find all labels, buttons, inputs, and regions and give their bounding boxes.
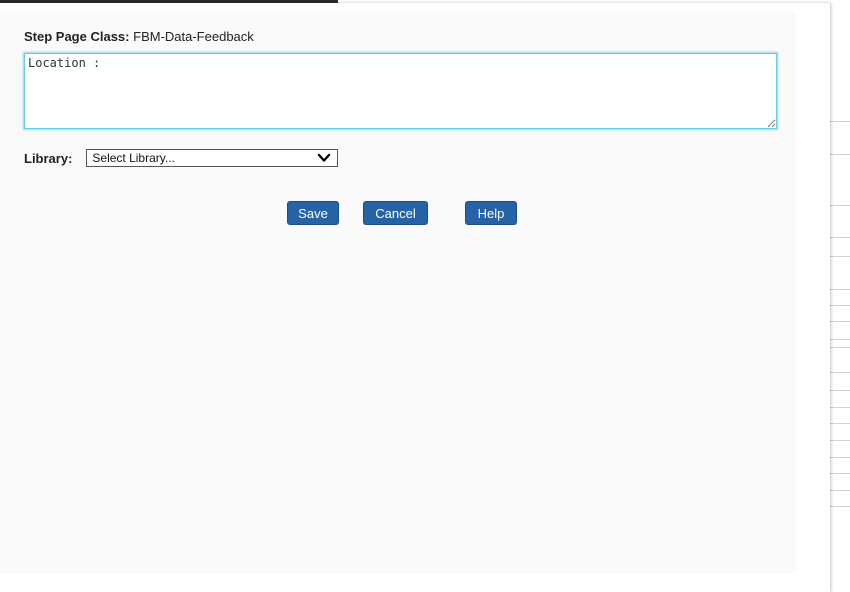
step-page-class: Step Page Class: FBM-Data-Feedback	[24, 29, 254, 44]
cancel-button[interactable]: Cancel	[363, 201, 428, 225]
step-page-class-label: Step Page Class:	[24, 29, 130, 44]
step-page-class-value: FBM-Data-Feedback	[133, 29, 254, 44]
bg-line	[830, 121, 850, 122]
save-button[interactable]: Save	[287, 201, 339, 225]
bg-line	[830, 154, 850, 155]
bg-line	[830, 407, 850, 408]
bg-line	[830, 289, 850, 290]
dialog: Step Page Class: FBM-Data-Feedback Libra…	[0, 3, 830, 592]
bg-line	[830, 490, 850, 491]
chevron-down-icon	[318, 153, 331, 162]
bg-line	[830, 347, 850, 348]
bg-line	[830, 205, 850, 206]
bg-line	[830, 237, 850, 238]
help-button[interactable]: Help	[465, 201, 517, 225]
bg-line	[830, 473, 850, 474]
library-row: Library: Select Library...	[24, 148, 339, 168]
library-select-value: Select Library...	[92, 151, 175, 165]
background-page-lines	[830, 0, 850, 592]
bg-line	[830, 372, 850, 373]
library-select[interactable]: Select Library...	[86, 149, 339, 167]
bg-line	[830, 506, 850, 507]
bg-line	[830, 440, 850, 441]
page: Step Page Class: FBM-Data-Feedback Libra…	[0, 0, 850, 592]
location-textarea-wrapper	[24, 53, 777, 129]
bg-line	[830, 390, 850, 391]
bg-line	[830, 305, 850, 306]
bg-line	[830, 339, 850, 340]
bg-line	[830, 321, 850, 322]
bg-line	[830, 256, 850, 257]
bg-line	[830, 423, 850, 424]
bg-line	[830, 457, 850, 458]
library-label: Library:	[24, 150, 73, 166]
location-textarea[interactable]	[24, 53, 777, 129]
